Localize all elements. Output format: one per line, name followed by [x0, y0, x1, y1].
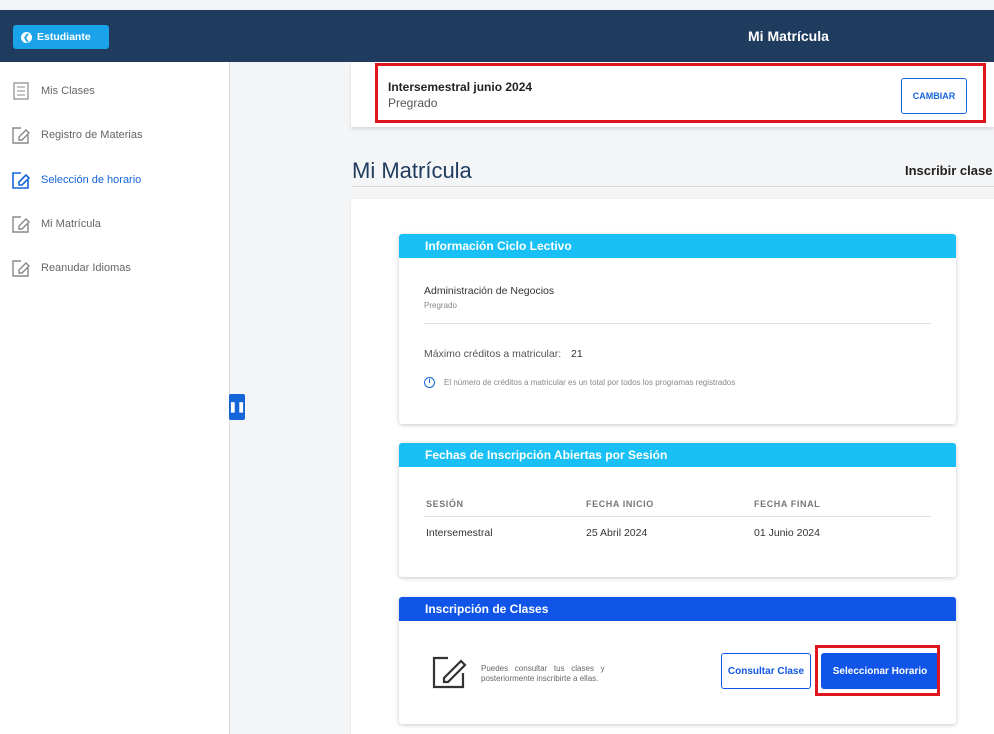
inscription-text-line2: posteriormente inscribirte a ellas.: [481, 674, 599, 683]
sidebar: Mis Clases Registro de Materias Selecció…: [0, 62, 230, 734]
table-cell-start-date: 25 Abril 2024: [586, 527, 648, 539]
sidebar-item-mis-clases[interactable]: Mis Clases: [10, 80, 95, 101]
info-icon: i: [424, 377, 435, 388]
column-header-end-date: FECHA FINAL: [754, 499, 821, 509]
class-list-icon: [10, 80, 31, 101]
pause-bars-icon: ❚❚: [228, 401, 246, 413]
period-level: Pregrado: [388, 96, 438, 110]
sidebar-item-reanudar-idiomas[interactable]: Reanudar Idiomas: [10, 257, 131, 278]
heading-divider: [352, 186, 994, 187]
panel-title: Fechas de Inscripción Abiertas por Sesió…: [399, 443, 956, 467]
ciclo-lectivo-panel: Información Ciclo Lectivo Administración…: [399, 234, 956, 424]
chevron-left-icon: ❮: [21, 31, 32, 43]
program-name: Administración de Negocios: [424, 285, 555, 297]
max-credits-label: Máximo créditos a matricular:: [424, 348, 562, 360]
enroll-class-link[interactable]: Inscribir clase: [905, 163, 992, 178]
sidebar-item-seleccion-horario[interactable]: Selección de horario: [10, 169, 141, 190]
sidebar-item-label: Reanudar Idiomas: [41, 261, 131, 274]
back-button-label: Estudiante: [37, 31, 91, 43]
topbar-title: Mi Matrícula: [748, 28, 829, 44]
column-header-start-date: FECHA INICIO: [586, 499, 654, 509]
back-to-student-button[interactable]: ❮ Estudiante: [13, 25, 109, 49]
edit-icon: [10, 213, 31, 234]
collapse-sidebar-button[interactable]: ❚❚: [229, 394, 245, 420]
panel-title: Inscripción de Clases: [399, 597, 956, 621]
period-name: Intersemestral junio 2024: [388, 80, 533, 94]
column-header-session: SESIÓN: [426, 499, 464, 509]
edit-icon: [431, 654, 469, 695]
credits-note: El número de créditos a matricular es un…: [444, 378, 736, 387]
divider: [424, 323, 931, 324]
sidebar-item-registro-materias[interactable]: Registro de Materias: [10, 124, 143, 145]
program-level: Pregrado: [424, 301, 457, 310]
select-schedule-button[interactable]: Seleccionar Horario: [821, 653, 939, 689]
inscripcion-panel: Inscripción de Clases Puedes consultar t…: [399, 597, 956, 724]
max-credits-value: 21: [571, 348, 583, 360]
table-cell-session: Intersemestral: [426, 527, 493, 539]
edit-icon: [10, 124, 31, 145]
inscription-text-line1: Puedes consultar tus clases y: [481, 664, 605, 673]
edit-icon: [10, 169, 31, 190]
sidebar-item-mi-matricula[interactable]: Mi Matrícula: [10, 213, 101, 234]
sidebar-item-label: Mis Clases: [41, 84, 95, 97]
sidebar-item-label: Registro de Materias: [41, 128, 143, 141]
sidebar-item-label: Mi Matrícula: [41, 217, 101, 230]
sidebar-item-label: Selección de horario: [41, 173, 142, 186]
table-divider: [424, 516, 931, 517]
fechas-panel: Fechas de Inscripción Abiertas por Sesió…: [399, 443, 956, 577]
page-title: Mi Matrícula: [352, 158, 472, 183]
change-period-button[interactable]: CAMBIAR: [901, 78, 967, 114]
period-selector-card: Intersemestral junio 2024 Pregrado CAMBI…: [351, 62, 994, 127]
table-cell-end-date: 01 Junio 2024: [754, 527, 820, 539]
panel-title: Información Ciclo Lectivo: [399, 234, 956, 258]
top-bar: ❮ Estudiante Mi Matrícula: [0, 10, 994, 62]
edit-icon: [10, 257, 31, 278]
consult-class-button[interactable]: Consultar Clase: [721, 653, 811, 689]
